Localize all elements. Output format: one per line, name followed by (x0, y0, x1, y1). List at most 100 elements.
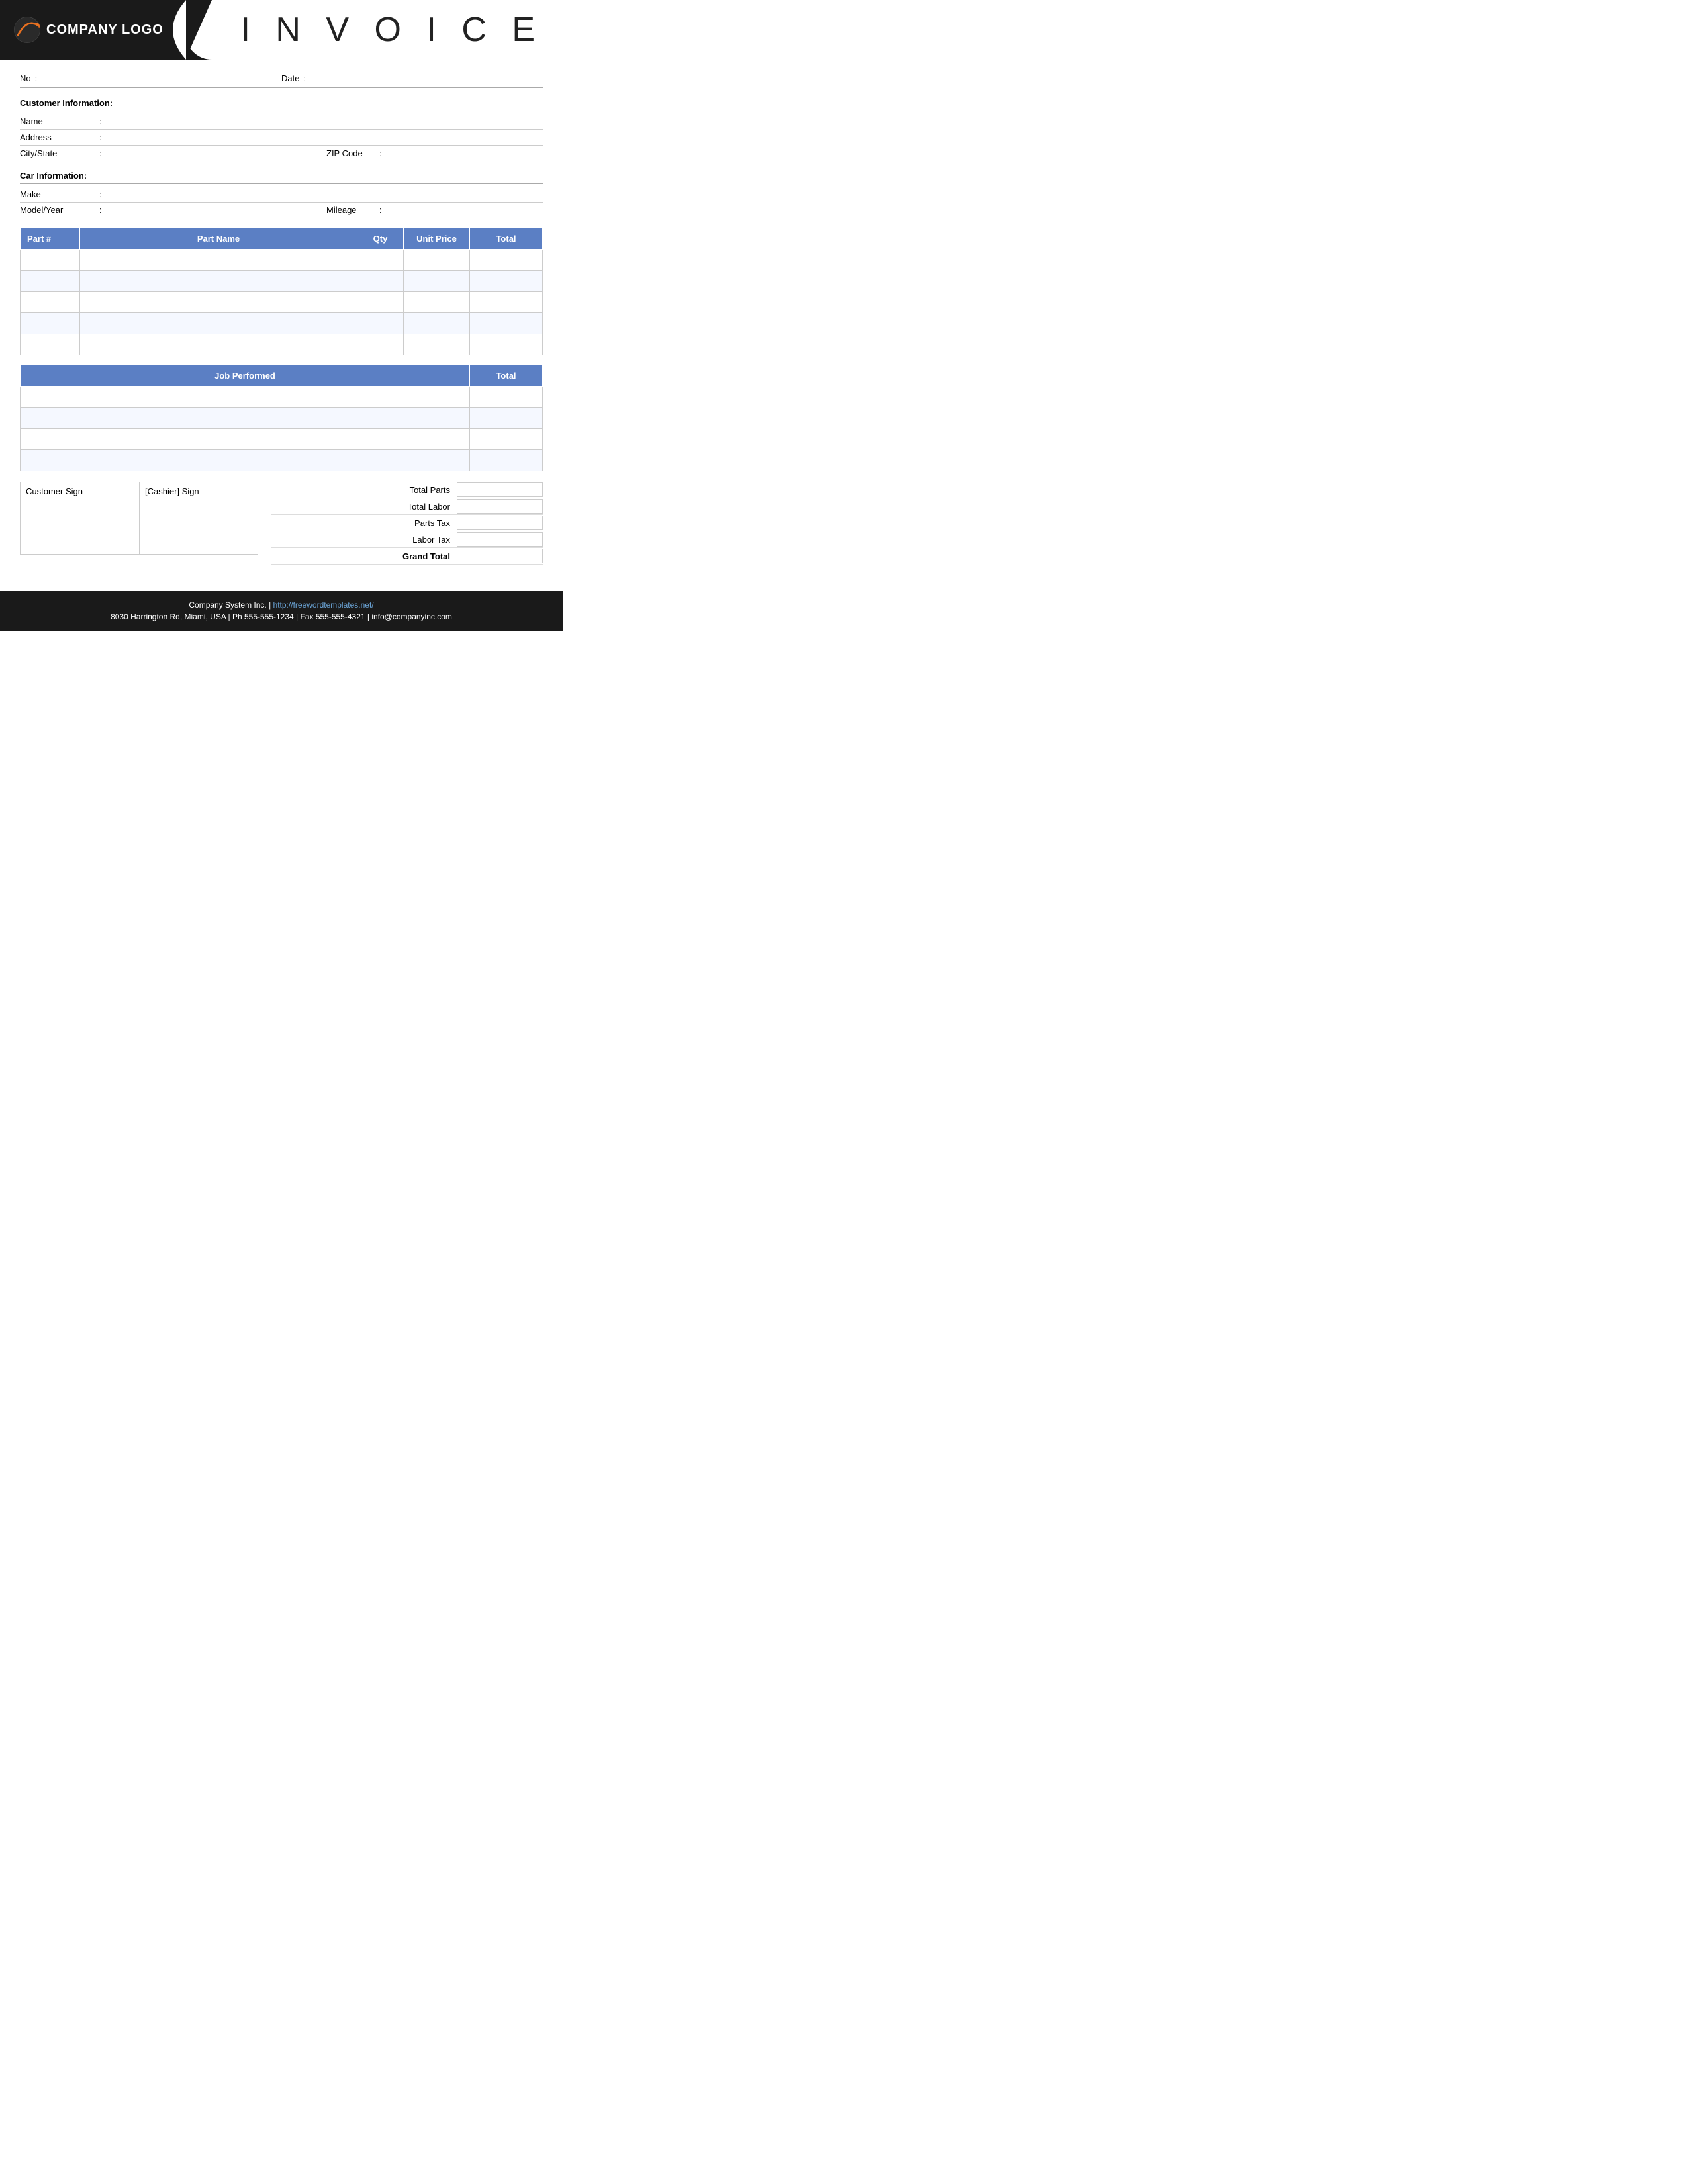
unit-price-cell[interactable] (404, 313, 470, 334)
col-part-name: Part Name (80, 228, 357, 250)
unit-price-cell[interactable] (404, 292, 470, 313)
part-name-cell[interactable] (80, 292, 357, 313)
parts-row (21, 313, 543, 334)
company-logo-icon (13, 16, 41, 44)
parts-tax-row: Parts Tax (271, 515, 543, 531)
total-cell[interactable] (470, 334, 543, 355)
no-label: No (20, 73, 31, 83)
footer-line1: Company System Inc. | http://freewordtem… (7, 600, 556, 610)
date-value[interactable] (310, 73, 543, 83)
labor-tax-label: Labor Tax (271, 535, 457, 545)
total-labor-label: Total Labor (271, 502, 457, 512)
invoice-title: I N V O I C E (241, 10, 543, 50)
invoice-date-field: Date : (281, 73, 543, 83)
part-name-cell[interactable] (80, 250, 357, 271)
total-parts-label: Total Parts (271, 485, 457, 495)
total-labor-value[interactable] (457, 499, 543, 514)
job-cell[interactable] (21, 408, 470, 429)
total-cell[interactable] (470, 250, 543, 271)
logo-area: COMPANY LOGO (0, 0, 185, 60)
date-colon: : (303, 73, 306, 83)
unit-price-cell[interactable] (404, 271, 470, 292)
zip-field: ZIP Code : (326, 148, 543, 158)
mileage-colon: : (379, 205, 390, 215)
col-part-num: Part # (21, 228, 80, 250)
qty-cell[interactable] (357, 334, 404, 355)
col-job-performed: Job Performed (21, 365, 470, 387)
content-area: No : Date : Customer Information: Name :… (0, 60, 563, 578)
parts-row (21, 250, 543, 271)
parts-tax-value[interactable] (457, 516, 543, 530)
job-row (21, 387, 543, 408)
qty-cell[interactable] (357, 292, 404, 313)
customer-city-row: City/State : ZIP Code : (20, 146, 543, 161)
footer-line2: 8030 Harrington Rd, Miami, USA | Ph 555-… (7, 612, 556, 621)
part-num-cell[interactable] (21, 271, 80, 292)
parts-row (21, 334, 543, 355)
job-total-cell[interactable] (470, 450, 543, 471)
part-num-cell[interactable] (21, 250, 80, 271)
car-model-row: Model/Year : Mileage : (20, 203, 543, 218)
footer-link[interactable]: http://freewordtemplates.net/ (273, 600, 374, 610)
invoice-meta: No : Date : (20, 73, 543, 88)
job-total-cell[interactable] (470, 387, 543, 408)
make-value[interactable] (110, 189, 543, 200)
total-cell[interactable] (470, 313, 543, 334)
part-name-cell[interactable] (80, 313, 357, 334)
job-row (21, 408, 543, 429)
part-name-cell[interactable] (80, 271, 357, 292)
car-make-row: Make : (20, 187, 543, 203)
qty-cell[interactable] (357, 313, 404, 334)
job-cell[interactable] (21, 429, 470, 450)
total-cell[interactable] (470, 271, 543, 292)
make-colon: : (99, 189, 110, 199)
total-cell[interactable] (470, 292, 543, 313)
qty-cell[interactable] (357, 250, 404, 271)
total-parts-value[interactable] (457, 482, 543, 497)
footer-company: Company System Inc. | (189, 600, 273, 610)
labor-tax-value[interactable] (457, 532, 543, 547)
name-colon: : (99, 116, 110, 126)
name-label: Name (20, 116, 99, 126)
model-year-value[interactable] (110, 205, 326, 216)
name-value[interactable] (110, 116, 543, 127)
job-total-cell[interactable] (470, 429, 543, 450)
invoice-title-area: I N V O I C E (185, 0, 563, 60)
job-cell[interactable] (21, 450, 470, 471)
part-num-cell[interactable] (21, 334, 80, 355)
col-qty: Qty (357, 228, 404, 250)
part-name-cell[interactable] (80, 334, 357, 355)
job-table-header-row: Job Performed Total (21, 365, 543, 387)
grand-total-label: Grand Total (271, 551, 457, 561)
col-job-total: Total (470, 365, 543, 387)
customer-sign-box[interactable]: Customer Sign (20, 482, 139, 555)
unit-price-cell[interactable] (404, 250, 470, 271)
parts-tax-label: Parts Tax (271, 518, 457, 528)
no-value[interactable] (41, 73, 281, 83)
job-total-cell[interactable] (470, 408, 543, 429)
invoice-no-field: No : (20, 73, 281, 83)
logo-arc-svg (146, 0, 186, 60)
address-label: Address (20, 132, 99, 142)
customer-section-header: Customer Information: (20, 98, 543, 111)
qty-cell[interactable] (357, 271, 404, 292)
city-state-value[interactable] (110, 148, 326, 159)
city-state-colon: : (99, 148, 110, 158)
city-state-label: City/State (20, 148, 99, 158)
part-num-cell[interactable] (21, 292, 80, 313)
parts-table: Part # Part Name Qty Unit Price Total (20, 228, 543, 355)
address-value[interactable] (110, 132, 543, 143)
model-year-colon: : (99, 205, 110, 215)
model-year-label: Model/Year (20, 205, 99, 215)
parts-row (21, 292, 543, 313)
job-cell[interactable] (21, 387, 470, 408)
unit-price-cell[interactable] (404, 334, 470, 355)
address-colon: : (99, 132, 110, 142)
grand-total-value[interactable] (457, 549, 543, 563)
cashier-sign-box[interactable]: [Cashier] Sign (139, 482, 258, 555)
total-parts-row: Total Parts (271, 482, 543, 498)
customer-address-row: Address : (20, 130, 543, 146)
customer-sign-label: Customer Sign (26, 486, 83, 496)
part-num-cell[interactable] (21, 313, 80, 334)
labor-tax-row: Labor Tax (271, 531, 543, 548)
